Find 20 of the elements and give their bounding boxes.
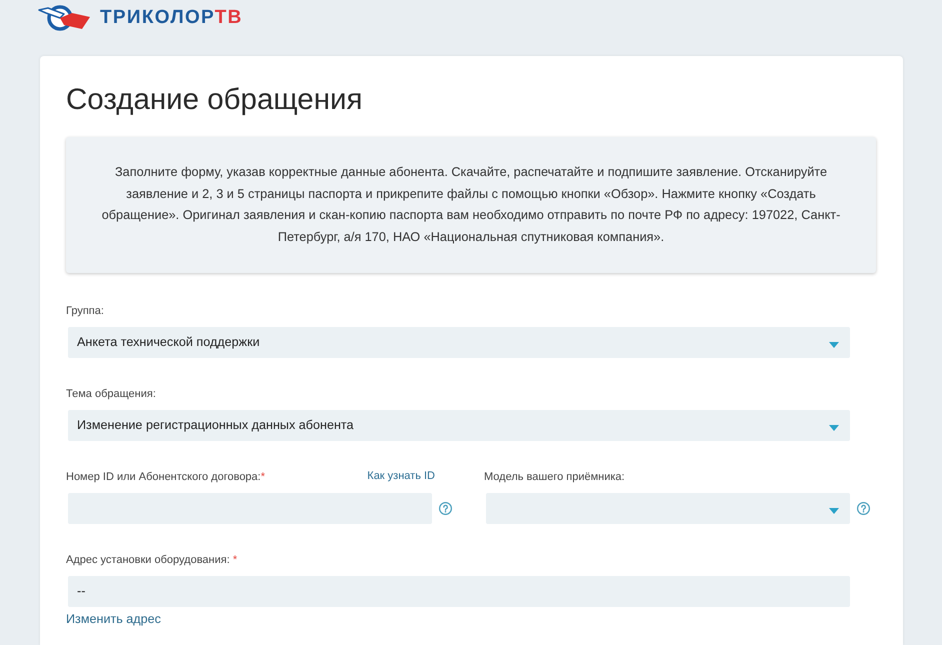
field-label: Модель вашего приёмника: (484, 470, 625, 483)
change-address-link[interactable]: Изменить адрес (66, 610, 161, 627)
required-asterisk: * (232, 554, 238, 566)
help-icon[interactable] (856, 502, 870, 515)
dropdown-caret-icon (829, 424, 839, 431)
dropdown-caret-icon (829, 342, 839, 348)
field-label: Номер ID или Абонентского договора: (66, 470, 261, 483)
field-label: Адрес установки оборудования: (66, 554, 231, 566)
help-icon[interactable] (438, 502, 452, 515)
dropdown-caret-icon (829, 508, 839, 514)
field-label: Группа: (66, 304, 104, 317)
required-asterisk: * (260, 470, 266, 483)
dropdown-select[interactable]: Изменение регистрационных данных абонента (68, 410, 850, 441)
info-notice: Заполните форму, указав корректные данные абонента. Скачайте, распечатайте и подпишите заявление. Отсканируйте заявление и 2, 3 и 5 страницы паспорта и прикрепите файлы с помощью кнопки «Обзор». Нажмите кнопку «Создать обращение». Оригинал заявления и скан-копию паспорта вам необходимо отправить по почте РФ по адресу: 197022, Санкт-Петербург, а/я 170, НАО «Национальная спутниковая компания». (66, 137, 876, 273)
field-label: Тема обращения: (66, 388, 156, 400)
page-title: Создание обращения (66, 82, 362, 118)
logo-wordmark[interactable]: ТРИКОЛОРТВ (100, 7, 243, 29)
help-link[interactable]: Как узнать ID (367, 468, 435, 483)
input-field[interactable]: -- (68, 576, 850, 607)
dropdown-select[interactable]: Анкета технической поддержки (68, 326, 850, 358)
